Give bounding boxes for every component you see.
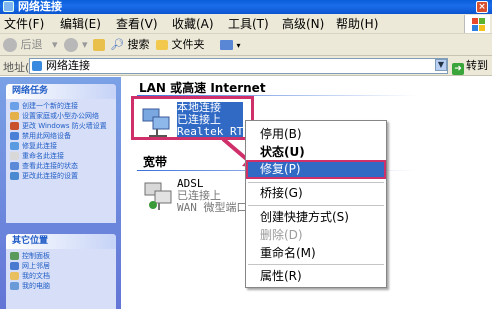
menu-edit[interactable]: 编辑(E)	[60, 16, 101, 32]
control-panel-icon	[10, 252, 19, 260]
task-repair[interactable]: 修复此连接	[10, 142, 114, 150]
toolbar: 后退 ▾ ▾ 🔎︎ 搜索 文件夹 ▾	[0, 34, 492, 56]
forward-dropdown[interactable]: ▾	[82, 37, 88, 53]
rename-icon	[10, 152, 19, 160]
context-menu: 停用(B) 状态(U) 修复(P) 桥接(G) 创建快捷方式(S) 删除(D) …	[245, 120, 387, 288]
views-button[interactable]: ▾	[220, 37, 241, 54]
task-disable-device[interactable]: 禁用此网络设备	[10, 132, 114, 140]
my-computer-icon	[10, 282, 19, 290]
views-icon	[220, 40, 233, 50]
menu-separator	[248, 205, 384, 206]
address-dropdown[interactable]: ▼	[435, 59, 447, 71]
back-arrow-icon	[3, 38, 17, 52]
network-places-icon	[10, 262, 19, 270]
settings-icon	[10, 172, 19, 180]
menu-help[interactable]: 帮助(H)	[336, 16, 378, 32]
address-bar: 地址(D) 网络连接 ▼ ➜ 转到	[0, 56, 492, 76]
place-network-neighborhood[interactable]: 网上邻居	[10, 262, 114, 270]
task-view-status[interactable]: 查看此连接的状态	[10, 162, 114, 170]
repair-icon	[10, 142, 19, 150]
task-create-connection[interactable]: 创建一个新的连接	[10, 102, 114, 110]
search-button[interactable]: 🔎︎ 搜索	[110, 37, 149, 53]
new-connection-icon	[10, 102, 19, 110]
my-documents-icon	[10, 272, 19, 280]
menu-item-repair[interactable]: 修复(P)	[246, 160, 386, 179]
up-folder-button[interactable]	[93, 37, 105, 53]
broadband-group-title: 宽带	[143, 155, 168, 169]
task-firewall[interactable]: 更改 Windows 防火墙设置	[10, 122, 114, 130]
lan-group-title: LAN 或高速 Internet	[139, 81, 266, 95]
status-icon	[10, 162, 19, 170]
menu-item-properties[interactable]: 属性(R)	[246, 267, 386, 285]
back-button[interactable]: 后退	[3, 37, 43, 53]
network-folder-icon	[32, 61, 42, 71]
folder-icon	[156, 40, 168, 50]
task-pane: 网络任务 创建一个新的连接 设置家庭或小型办公网络 更改 Windows 防火墙…	[0, 77, 121, 309]
network-connections-icon	[3, 1, 14, 12]
adsl-connection-icon[interactable]	[143, 179, 175, 213]
annotation-highlight-box	[131, 96, 254, 140]
menu-item-rename[interactable]: 重命名(M)	[246, 244, 386, 262]
forward-arrow-icon	[64, 38, 78, 52]
menu-item-bridge[interactable]: 桥接(G)	[246, 184, 386, 202]
other-places-header[interactable]: 其它位置	[6, 234, 116, 249]
task-rename[interactable]: 重命名此连接	[10, 152, 114, 160]
search-icon: 🔎︎	[110, 38, 124, 51]
menu-favorites[interactable]: 收藏(A)	[172, 16, 214, 32]
adsl-connection-device: WAN 微型端口	[177, 201, 248, 214]
place-control-panel[interactable]: 控制面板	[10, 252, 114, 260]
network-tasks-panel: 创建一个新的连接 设置家庭或小型办公网络 更改 Windows 防火墙设置 禁用…	[6, 99, 116, 223]
network-tasks-header[interactable]: 网络任务	[6, 84, 116, 99]
close-button[interactable]: ×	[476, 1, 488, 13]
back-dropdown[interactable]: ▾	[52, 37, 58, 53]
address-field[interactable]: 网络连接	[29, 58, 448, 74]
menu-tools[interactable]: 工具(T)	[228, 16, 269, 32]
menu-item-create-shortcut[interactable]: 创建快捷方式(S)	[246, 208, 386, 226]
forward-button[interactable]	[64, 37, 78, 53]
menu-file[interactable]: 文件(F)	[4, 16, 44, 32]
menu-separator	[248, 182, 384, 183]
go-button[interactable]: ➜ 转到	[452, 58, 490, 75]
disable-device-icon	[10, 132, 19, 140]
up-folder-icon	[93, 39, 105, 51]
windows-logo-icon	[464, 15, 490, 33]
firewall-icon	[10, 122, 19, 130]
go-arrow-icon: ➜	[452, 63, 464, 75]
adsl-connection-label[interactable]: ADSL 已连接上 WAN 微型端口	[177, 178, 248, 214]
menu-item-status[interactable]: 状态(U)	[246, 143, 386, 161]
other-places-panel: 控制面板 网上邻居 我的文档 我的电脑	[6, 249, 116, 309]
window-title: 网络连接	[18, 0, 62, 13]
menu-advanced[interactable]: 高级(N)	[282, 16, 324, 32]
menu-item-delete: 删除(D)	[260, 228, 303, 242]
task-home-network[interactable]: 设置家庭或小型办公网络	[10, 112, 114, 120]
place-my-documents[interactable]: 我的文档	[10, 272, 114, 280]
menu-separator	[248, 264, 384, 265]
home-network-icon	[10, 112, 19, 120]
folders-button[interactable]: 文件夹	[156, 37, 205, 53]
menu-item-disable[interactable]: 停用(B)	[246, 125, 386, 143]
task-change-settings[interactable]: 更改此连接的设置	[10, 172, 114, 180]
title-bar: 网络连接 ×	[0, 0, 492, 14]
place-my-computer[interactable]: 我的电脑	[10, 282, 114, 290]
menu-bar: 文件(F) 编辑(E) 查看(V) 收藏(A) 工具(T) 高级(N) 帮助(H…	[0, 14, 492, 34]
menu-view[interactable]: 查看(V)	[116, 16, 158, 32]
